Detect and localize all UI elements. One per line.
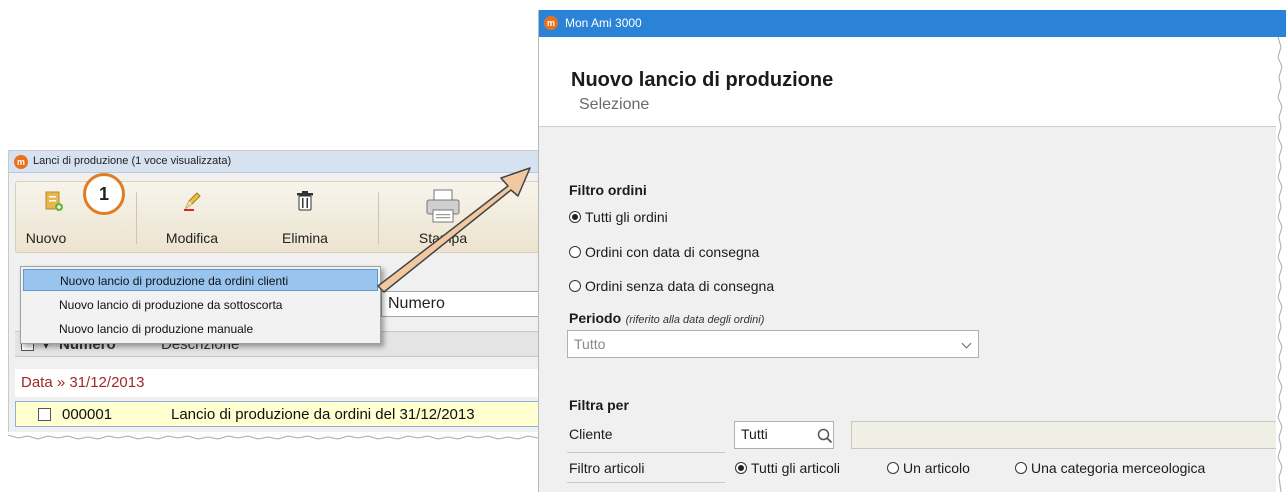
radio-label: Una categoria merceologica: [1031, 460, 1206, 476]
radio-label: Tutti gli articoli: [751, 460, 840, 476]
group-header-row: Data » 31/12/2013: [15, 369, 567, 397]
row-checkbox[interactable]: [38, 408, 51, 421]
period-select-value: Tutto: [574, 336, 606, 352]
wizard-header: Nuovo lancio di produzione Selezione: [539, 37, 1286, 127]
article-filter-label: Filtro articoli: [569, 460, 645, 476]
radio-orders-with-delivery-date[interactable]: Ordini con data di consegna: [569, 244, 759, 260]
radio-product-category[interactable]: Una categoria merceologica: [1015, 460, 1205, 476]
radio-checked-icon[interactable]: [735, 462, 747, 474]
customer-input-value: Tutti: [741, 426, 768, 442]
customer-input[interactable]: Tutti: [734, 421, 834, 449]
pointer-arrow: [377, 167, 531, 293]
step-callout: 1: [83, 173, 125, 215]
radio-orders-without-delivery-date[interactable]: Ordini senza data di consegna: [569, 278, 774, 294]
menu-item-from-customer-orders[interactable]: Nuovo lancio di produzione da ordini cli…: [23, 269, 378, 291]
app-logo-icon: m: [14, 155, 28, 169]
delete-button-label: Elimina: [282, 230, 328, 246]
right-window-title: Mon Ami 3000: [565, 16, 642, 30]
chevron-down-icon: [961, 338, 972, 349]
radio-all-articles[interactable]: Tutti gli articoli: [735, 460, 840, 476]
new-dropdown-menu: Nuovo lancio di produzione da ordini cli…: [20, 266, 381, 344]
search-icon[interactable]: [817, 428, 833, 444]
edit-button-label: Modifica: [165, 230, 219, 246]
delete-button[interactable]: Elimina: [270, 182, 340, 252]
radio-icon[interactable]: [569, 280, 581, 292]
filter-by-title: Filtra per: [569, 397, 629, 413]
radio-all-orders[interactable]: Tutti gli ordini: [569, 209, 668, 225]
customer-description-field: [851, 421, 1286, 449]
trash-icon: [297, 191, 313, 211]
table-row[interactable]: 000001 Lancio di produzione da ordini de…: [15, 401, 567, 427]
period-select[interactable]: Tutto: [567, 330, 979, 358]
menu-item-from-understock[interactable]: Nuovo lancio di produzione da sottoscort…: [23, 294, 378, 316]
left-window-title: Lanci di produzione (1 voce visualizzata…: [33, 155, 232, 167]
customer-label: Cliente: [569, 426, 613, 442]
row-numero: 000001: [62, 406, 113, 423]
radio-icon[interactable]: [887, 462, 899, 474]
menu-item-manual[interactable]: Nuovo lancio di produzione manuale: [23, 318, 378, 340]
group-header-date: Data » 31/12/2013: [21, 374, 145, 391]
right-window-titlebar: m Mon Ami 3000: [539, 10, 1286, 37]
radio-label: Ordini con data di consegna: [585, 244, 760, 260]
page-title: Nuovo lancio di produzione: [571, 69, 834, 91]
radio-label: Un articolo: [903, 460, 970, 476]
page-subtitle: Selezione: [579, 96, 650, 113]
toolbar-separator: [136, 192, 137, 244]
radio-label: Tutti gli ordini: [585, 209, 668, 225]
row-descrizione: Lancio di produzione da ordini del 31/12…: [171, 406, 475, 423]
divider: [567, 452, 725, 453]
pencil-icon: [184, 192, 201, 211]
torn-edge: [1276, 36, 1286, 492]
radio-icon[interactable]: [1015, 462, 1027, 474]
period-hint: (riferito alla data degli ordini): [625, 314, 765, 326]
radio-label: Ordini senza data di consegna: [585, 278, 775, 294]
torn-edge: [7, 432, 569, 442]
radio-icon[interactable]: [569, 246, 581, 258]
radio-checked-icon[interactable]: [569, 211, 581, 223]
new-button-label: Nuovo: [25, 230, 67, 246]
order-filter-title: Filtro ordini: [569, 182, 647, 198]
new-production-launch-window: m Mon Ami 3000 Nuovo lancio di produzion…: [538, 10, 1286, 492]
radio-one-article[interactable]: Un articolo: [887, 460, 970, 476]
divider: [567, 482, 725, 483]
edit-button[interactable]: Modifica: [154, 182, 230, 252]
period-title-row: Periodo (riferito alla data degli ordini…: [569, 310, 764, 328]
period-title: Periodo: [569, 310, 622, 326]
new-document-icon: [45, 191, 63, 211]
app-logo-icon: m: [544, 16, 558, 30]
